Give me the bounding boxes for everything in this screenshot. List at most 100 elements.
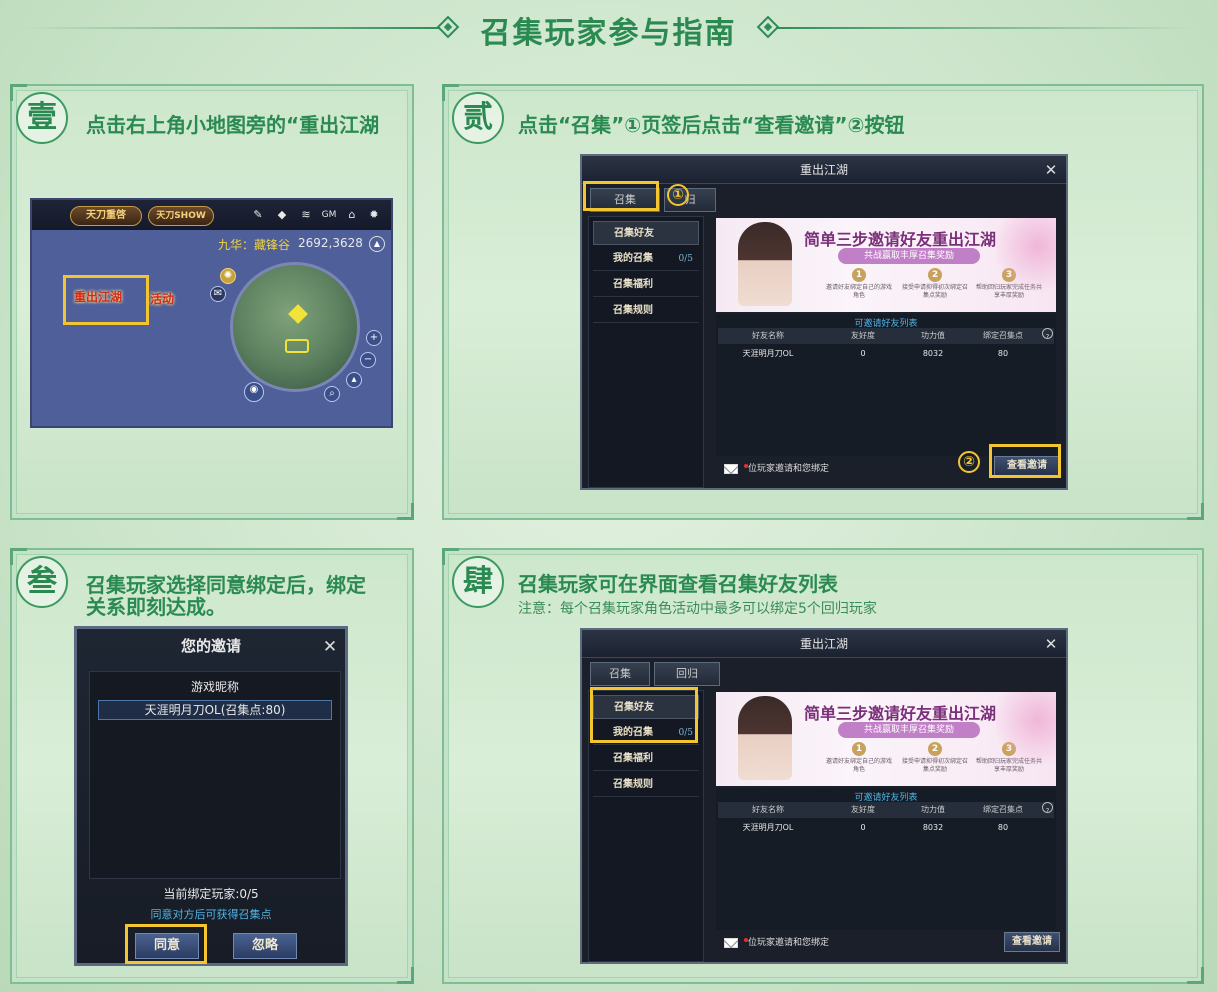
banner-title: 简单三步邀请好友重出江湖	[804, 230, 997, 249]
title-line-right	[776, 27, 1196, 29]
character-portrait	[738, 222, 792, 306]
minimap[interactable]	[230, 262, 360, 392]
table-row[interactable]: 天涯明月刀OL 0 8032 80	[718, 346, 1054, 364]
highlight-view-button	[989, 444, 1061, 478]
ignore-button[interactable]: 忽略	[233, 933, 297, 959]
dialog-title: 您的邀请	[180, 637, 241, 655]
tab-summon[interactable]: 召集	[590, 662, 650, 686]
mountain-icon[interactable]: ▴	[346, 372, 362, 388]
col-affinity: 友好度	[851, 331, 875, 340]
view-invite-button[interactable]: 查看邀请	[1004, 932, 1060, 952]
gm-icon[interactable]: GM	[318, 207, 340, 223]
tiandao-logo[interactable]: 天刀重啓	[70, 206, 142, 226]
compass-icon[interactable]: ◉	[244, 382, 264, 402]
close-icon[interactable]: ✕	[321, 633, 339, 661]
location-name: 九华：藏锋谷	[218, 238, 291, 252]
carriage-icon	[285, 339, 309, 353]
marker-2: ②	[958, 451, 980, 473]
col-points: 绑定召集点	[983, 331, 1023, 340]
mail-icon[interactable]	[724, 464, 738, 474]
lock-icon[interactable]: ⌂	[344, 207, 360, 223]
step-3-text-line2: 关系即刻达成。	[86, 595, 226, 619]
highlight-summon-tab	[583, 181, 659, 211]
title-bar: 召集玩家参与指南	[0, 0, 1217, 58]
window-title: 重出江湖	[582, 156, 1066, 184]
sun-icon[interactable]: ✺	[220, 268, 236, 284]
petal-decoration	[996, 692, 1056, 786]
table-row[interactable]: 天涯明月刀OL 0 8032 80	[718, 820, 1054, 838]
petal-decoration	[996, 218, 1056, 312]
friend-table: 可邀请好友列表 好友名称 友好度 功力值 绑定召集点 ? 天涯明月刀OL 0 8…	[716, 788, 1056, 930]
sidebar-item-welfare[interactable]: 召集福利	[593, 747, 699, 771]
col-power: 功力值	[921, 331, 945, 340]
col-affinity: 友好度	[851, 805, 875, 814]
col-power: 功力值	[921, 805, 945, 814]
invite-list: 游戏昵称 天涯明月刀OL(召集点:80)	[89, 671, 341, 879]
step-badge-1: 壹	[16, 92, 68, 144]
window-title: 重出江湖	[582, 630, 1066, 658]
col-nickname: 游戏昵称	[190, 680, 239, 694]
sidebar: 召集好友 我的召集 0/5 召集福利 召集规则	[588, 216, 704, 488]
agree-hint: 同意对方后可获得召集点	[150, 908, 272, 921]
step-2-text: 点击“召集”①页签后点击“查看邀请”②按钮	[518, 113, 905, 137]
bound-count: 当前绑定玩家:0/5	[163, 887, 259, 901]
zoom-out-icon[interactable]: −	[360, 352, 376, 368]
footer-text: 位玩家邀请和您绑定	[748, 938, 830, 948]
mail-icon[interactable]: ✉	[210, 286, 226, 302]
step-4-text: 召集玩家可在界面查看召集好友列表	[518, 572, 838, 596]
brush-icon[interactable]: ✎	[250, 207, 266, 223]
step-4-note: 注意：每个召集玩家角色活动中最多可以绑定5个回归玩家	[518, 601, 877, 617]
highlight-agree-button	[125, 924, 207, 964]
banner-step-2: 2 接受申请抑得初次绑定召集点奖励	[901, 268, 968, 299]
marker-1: ①	[667, 184, 689, 206]
step-badge-3: 叁	[16, 556, 68, 608]
tab-return[interactable]: 回归	[654, 662, 720, 686]
friend-table: 可邀请好友列表 好友名称 友好度 功力值 绑定召集点 ? 天涯明月刀OL 0 8…	[716, 314, 1056, 456]
highlight-sidebar-items	[590, 687, 698, 743]
zoom-in-icon[interactable]: +	[366, 330, 382, 346]
footer-invite-info: 位玩家邀请和您绑定	[716, 458, 916, 480]
step-badge-2: 贰	[452, 92, 504, 144]
sidebar-item-rules[interactable]: 召集规则	[593, 773, 699, 797]
highlight-return-event	[63, 275, 149, 325]
search-icon[interactable]: ⌕	[324, 386, 340, 402]
footer-invite-info: 位玩家邀请和您绑定	[716, 932, 916, 954]
tiandao-show-logo[interactable]: 天刀SHOW	[148, 206, 214, 226]
mail-icon[interactable]	[724, 938, 738, 948]
close-icon[interactable]: ✕	[1042, 630, 1060, 658]
banner-step-1: 1 邀请好友绑定自己的游戏角色	[825, 268, 892, 299]
banner-subtitle: 共战赢取丰厚召集奖励	[838, 722, 980, 738]
banner-title: 简单三步邀请好友重出江湖	[804, 704, 997, 723]
step-1-text: 点击右上角小地图旁的“重出江湖	[86, 113, 380, 137]
banner-subtitle: 共战赢取丰厚召集奖励	[838, 248, 980, 264]
sidebar-item-rules[interactable]: 召集规则	[593, 299, 699, 323]
step-3-text-line1: 召集玩家选择同意绑定后，绑定	[86, 573, 366, 597]
my-summon-count: 0/5	[678, 254, 693, 264]
sidebar-item-my-summon[interactable]: 我的召集 0/5	[593, 247, 699, 271]
col-friend-name: 好友名称	[752, 331, 784, 340]
game-window-friend-list: 重出江湖 ✕ 召集 回归 召集好友 我的召集 0/5 召集福利 召集规则 简单三步…	[580, 628, 1068, 964]
promo-banner: 简单三步邀请好友重出江湖 共战赢取丰厚召集奖励 1 邀请好友绑定自己的游戏角色 2…	[716, 692, 1056, 786]
promo-banner: 简单三步邀请好友重出江湖 共战赢取丰厚召集奖励 1 邀请好友绑定自己的游戏角色 2…	[716, 218, 1056, 312]
character-portrait	[738, 696, 792, 780]
list-item[interactable]: 天涯明月刀OL(召集点:80)	[98, 700, 332, 720]
shield-icon[interactable]: ◆	[274, 207, 290, 223]
wifi-icon: ≋	[301, 208, 311, 221]
sidebar-item-summon-friends[interactable]: 召集好友	[593, 221, 699, 245]
location-coords: 2692,3628	[298, 236, 363, 250]
player-marker-icon	[288, 304, 308, 324]
col-friend-name: 好友名称	[752, 805, 784, 814]
footer-text: 位玩家邀请和您绑定	[748, 464, 830, 474]
banner-step-1: 1 邀请好友绑定自己的游戏角色	[825, 742, 892, 773]
table-header: 好友名称 友好度 功力值 绑定召集点 ?	[718, 802, 1054, 818]
chevron-up-icon[interactable]: ▲	[369, 236, 385, 252]
invite-dialog: 您的邀请 ✕ 游戏昵称 天涯明月刀OL(召集点:80) 当前绑定玩家:0/5 同…	[74, 626, 348, 966]
sidebar-item-welfare[interactable]: 召集福利	[593, 273, 699, 297]
close-icon[interactable]: ✕	[1042, 156, 1060, 184]
banner-step-2: 2 接受申请抑得初次绑定召集点奖励	[901, 742, 968, 773]
gear-icon[interactable]: ✹	[366, 207, 382, 223]
step-badge-4: 肆	[452, 556, 504, 608]
page-title: 召集玩家参与指南	[480, 16, 737, 51]
event-activity-label[interactable]: 活动	[150, 290, 174, 307]
col-points: 绑定召集点	[983, 805, 1023, 814]
